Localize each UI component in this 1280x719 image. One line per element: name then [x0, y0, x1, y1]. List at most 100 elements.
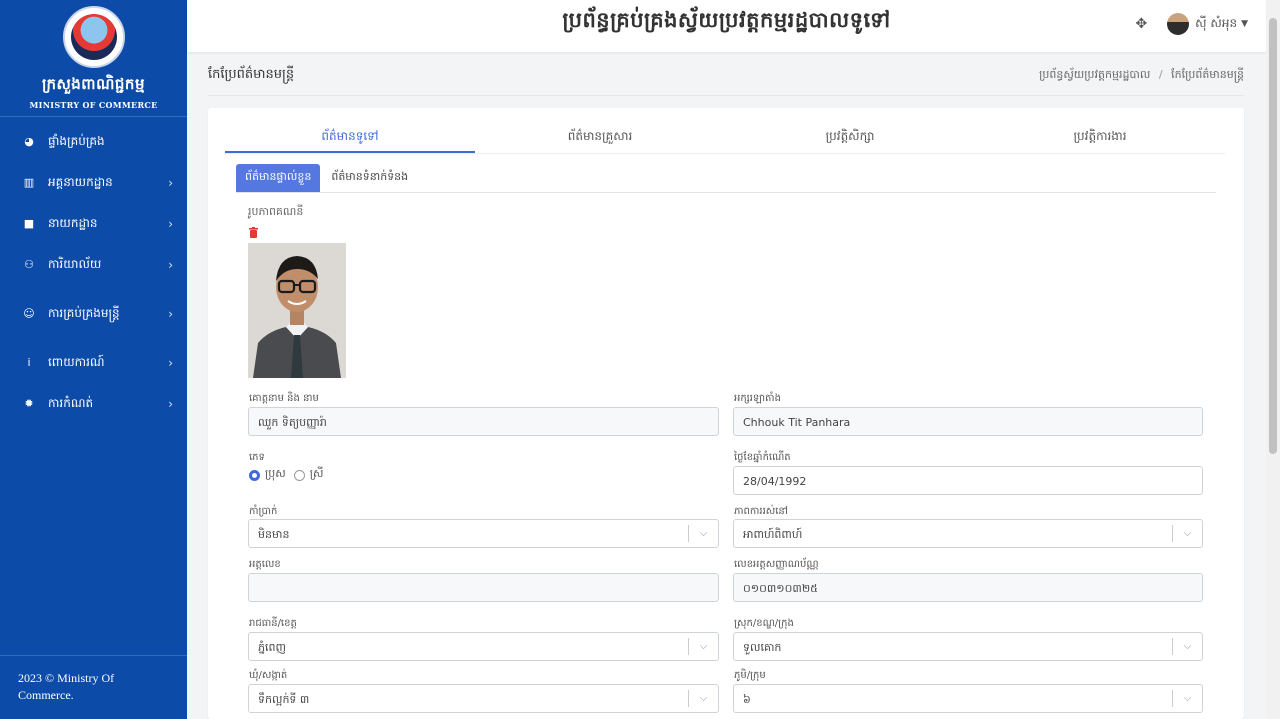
breadcrumb-item: កែប្រែព័ត៌មានមន្ត្រី — [1171, 68, 1244, 81]
trash-icon[interactable] — [249, 227, 258, 238]
chevron-right-icon: › — [168, 216, 173, 231]
officer-photo — [248, 243, 346, 378]
name-kh-label: គោត្តនាម និង នាម — [249, 393, 319, 404]
marital-selected-value: អាពាហ៍ពិពាហ៍ — [743, 528, 803, 541]
marital-label: ភាពការរស់នៅ — [734, 506, 788, 517]
sidebar-item-label: ផ្ទាំងគ្រប់គ្រង — [48, 133, 105, 148]
village-label: ភូមិ/ក្រុម — [734, 670, 766, 681]
sidebar-item-reports[interactable]: i ពោយការណ៍ › — [0, 342, 187, 383]
top-right-controls: ✥ ស៊ី សំអុន ▼ — [1135, 13, 1248, 35]
building-icon: ■ — [23, 217, 35, 230]
gender-female-option[interactable]: ស្រី — [293, 467, 324, 483]
dob-field[interactable]: 28/04/1992 — [733, 466, 1203, 495]
district-select[interactable]: ទួលគោក ⌵ — [733, 632, 1203, 661]
sidebar-item-label: នាយកដ្ឋាន — [48, 215, 98, 230]
commune-select[interactable]: ទឹកល្អក់ទី ៣ ⌵ — [248, 684, 719, 713]
name-latin-label: អក្សរឡាតាំង — [734, 393, 781, 404]
gender-label: ភេទ — [249, 452, 265, 463]
page-title: កែប្រែព័ត៌មានមន្ត្រី — [208, 67, 295, 82]
tab-education-history[interactable]: ប្រវត្តិសិក្សា — [725, 122, 975, 153]
page-scrollbar[interactable] — [1266, 0, 1280, 719]
idcard-label: លេខអត្តសញ្ញាណប័ណ្ណ — [734, 559, 819, 570]
org-chart-icon: ⚇ — [24, 258, 34, 271]
sidebar-item-department[interactable]: ■ នាយកដ្ឋាន › — [0, 203, 187, 244]
bank-icon: ▥ — [23, 176, 35, 189]
province-label: រាជធានី/ខេត្ត — [249, 618, 297, 629]
breadcrumb-item[interactable]: ប្រព័ន្ធស្វ័យប្រវត្តកម្មរដ្ឋបាល — [1039, 68, 1150, 81]
breadcrumb: ប្រព័ន្ធស្វ័យប្រវត្តកម្មរដ្ឋបាល / កែប្រែ… — [1039, 68, 1244, 84]
chevron-right-icon: › — [168, 355, 173, 370]
logo-title: ក្រសួងពាណិជ្ជកម្ម — [42, 75, 145, 93]
subtab-contact-info[interactable]: ព័ត៌មានទំនាក់ទំនង — [322, 164, 417, 192]
breadcrumb-separator: / — [1158, 68, 1163, 81]
marital-select[interactable]: អាពាហ៍ពិពាហ៍ ⌵ — [733, 519, 1203, 548]
gender-radio-group: ប្រុស ស្រី — [249, 467, 331, 483]
system-title: ប្រព័ន្ធគ្រប់គ្រងស្វ័យប្រវត្តកម្មរដ្ឋបាល… — [562, 7, 891, 32]
village-select[interactable]: ៦ ⌵ — [733, 684, 1203, 713]
tab-family-info[interactable]: ព័ត៌មានគ្រួសារ — [475, 122, 725, 153]
top-bar: ប្រព័ន្ធគ្រប់គ្រងស្វ័យប្រវត្តកម្មរដ្ឋបាល… — [187, 0, 1266, 52]
province-selected-value: ភ្នំពេញ — [258, 641, 286, 654]
sub-tabs: ព័ត៌មានផ្ទាល់ខ្លួន ព័ត៌មានទំនាក់ទំនង — [236, 164, 1216, 193]
main-tabs: ព័ត៌មានទូទៅ ព័ត៌មានគ្រួសារ ប្រវត្តិសិក្ស… — [225, 122, 1225, 154]
subtab-personal-info[interactable]: ព័ត៌មានផ្ទាល់ខ្លួន — [236, 164, 321, 192]
sidebar: ក្រសួងពាណិជ្ជកម្ម MINISTRY OF COMMERCE ◕… — [0, 0, 187, 719]
sidebar-item-settings[interactable]: ✹ ការកំណត់ › — [0, 383, 187, 424]
chevron-down-icon[interactable]: ⌵ — [1172, 525, 1202, 542]
rank-label: កាំប្រាក់ — [249, 506, 278, 517]
info-icon: i — [27, 356, 31, 369]
sidebar-item-office[interactable]: ⚇ ការិយាល័យ › — [0, 244, 187, 285]
province-select[interactable]: ភ្នំពេញ ⌵ — [248, 632, 719, 661]
chevron-down-icon[interactable]: ▼ — [1241, 19, 1248, 29]
chevron-down-icon[interactable]: ⌵ — [688, 690, 718, 707]
commune-selected-value: ទឹកល្អក់ទី ៣ — [258, 693, 310, 706]
officer-form-card: ព័ត៌មានទូទៅ ព័ត៌មានគ្រួសារ ប្រវត្តិសិក្ស… — [208, 108, 1244, 719]
chevron-right-icon: › — [168, 306, 173, 321]
move-arrows-icon[interactable]: ✥ — [1135, 16, 1147, 32]
users-icon: ☺ — [23, 307, 35, 320]
rank-select[interactable]: មិនមាន ⌵ — [248, 519, 719, 548]
photo-label: រូបភាពគណនី — [248, 205, 304, 218]
logo-area: ក្រសួងពាណិជ្ជកម្ម MINISTRY OF COMMERCE — [0, 0, 187, 117]
chevron-down-icon[interactable]: ⌵ — [688, 638, 718, 655]
sidebar-item-dashboard[interactable]: ◕ ផ្ទាំងគ្រប់គ្រង — [0, 121, 187, 162]
gender-female-radio[interactable] — [293, 469, 305, 481]
page-header: កែប្រែព័ត៌មានមន្ត្រី ប្រព័ន្ធស្វ័យប្រវត្… — [208, 62, 1244, 96]
idcard-field[interactable]: ០១០៣១០៣២៥ — [733, 573, 1203, 602]
id-label: អត្តលេខ — [249, 559, 281, 570]
village-selected-value: ៦ — [743, 693, 751, 706]
user-name[interactable]: ស៊ី សំអុន — [1195, 15, 1237, 33]
globe-icon: ◕ — [24, 135, 34, 148]
sidebar-item-label: ការគ្រប់គ្រងមន្ត្រី — [48, 305, 120, 320]
id-field[interactable] — [248, 573, 719, 602]
logo-subtitle: MINISTRY OF COMMERCE — [29, 100, 158, 110]
name-latin-field[interactable]: Chhouk Tit Panhara — [733, 407, 1203, 436]
ministry-logo — [62, 6, 125, 68]
sidebar-footer: 2023 © Ministry Of Commerce. — [0, 655, 187, 719]
sidebar-item-officer-management[interactable]: ☺ ការគ្រប់គ្រងមន្ត្រី › — [0, 293, 187, 334]
chevron-down-icon[interactable]: ⌵ — [1172, 638, 1202, 655]
sidebar-item-label: អគ្គនាយកដ្ឋាន — [48, 174, 113, 189]
gender-female-label: ស្រី — [309, 467, 324, 480]
sidebar-item-label: ការិយាល័យ — [48, 256, 102, 271]
sidebar-item-general-department[interactable]: ▥ អគ្គនាយកដ្ឋាន › — [0, 162, 187, 203]
name-kh-field[interactable]: ឈួក ទិត្យបញ្ញារ៉ា — [248, 407, 719, 436]
tab-work-history[interactable]: ប្រវត្តិការងារ — [975, 122, 1225, 153]
chevron-down-icon[interactable]: ⌵ — [1172, 690, 1202, 707]
commune-label: ឃុំ/សង្កាត់ — [249, 670, 288, 681]
gender-male-radio[interactable] — [249, 469, 260, 481]
chevron-right-icon: › — [168, 257, 173, 272]
chevron-down-icon[interactable]: ⌵ — [688, 525, 718, 542]
rank-selected-value: មិនមាន — [258, 528, 290, 541]
district-selected-value: ទួលគោក — [743, 641, 782, 654]
scrollbar-thumb[interactable] — [1269, 18, 1277, 454]
sidebar-item-label: ការកំណត់ — [48, 395, 94, 410]
tab-general-info[interactable]: ព័ត៌មានទូទៅ — [225, 122, 475, 153]
district-label: ស្រុក/ខណ្ឌ/ក្រុង — [734, 618, 794, 629]
dob-label: ថ្ងៃខែឆ្នាំកំណើត — [734, 452, 791, 463]
sidebar-menu: ◕ ផ្ទាំងគ្រប់គ្រង ▥ អគ្គនាយកដ្ឋាន › ■ នា… — [0, 117, 187, 424]
chevron-right-icon: › — [168, 175, 173, 190]
chevron-right-icon: › — [168, 396, 173, 411]
gender-male-option[interactable]: ប្រុស — [249, 467, 286, 483]
user-avatar[interactable] — [1167, 13, 1190, 35]
